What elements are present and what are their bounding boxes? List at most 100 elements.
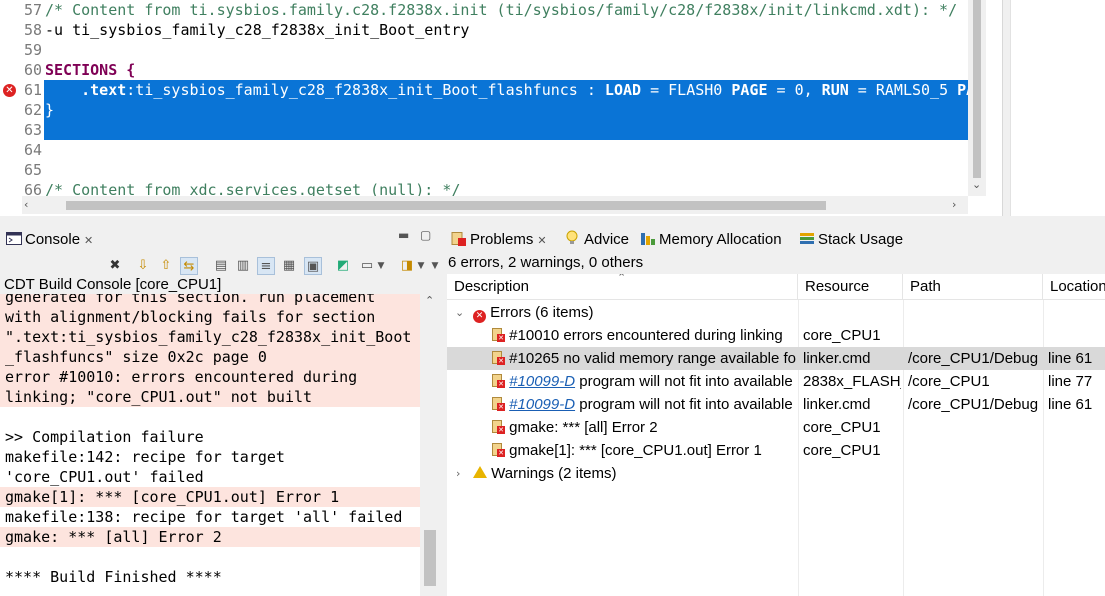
line-number: 58 — [23, 21, 42, 39]
column-header-resource[interactable]: Resource — [798, 274, 903, 300]
problem-description: #10010 errors encountered during linking — [509, 327, 783, 344]
close-icon[interactable]: ✕ — [537, 235, 546, 247]
scrollbar-thumb[interactable] — [973, 0, 981, 178]
code-line-62[interactable]: } — [0, 100, 968, 120]
scroll-right-icon[interactable]: › — [952, 198, 956, 211]
problem-path — [908, 439, 1041, 462]
new-console-icon[interactable]: ◩ — [334, 257, 352, 275]
code-line-64[interactable]: 64 — [0, 140, 968, 160]
editor-horizontal-scrollbar[interactable]: ‹ › — [22, 196, 968, 214]
code-line-57[interactable]: 57 /* Content from ti.sysbios.family.c28… — [0, 0, 968, 20]
scrollbar-thumb[interactable] — [66, 201, 826, 210]
table-row[interactable]: ✕ #10265 no valid memory range available… — [447, 347, 1105, 370]
console-vertical-scrollbar[interactable]: ⌃ — [420, 294, 440, 596]
table-row[interactable]: ✕ #10099-D program will not fit into ava… — [447, 370, 1105, 393]
code-editor[interactable]: 57 /* Content from ti.sysbios.family.c28… — [0, 0, 1003, 216]
column-header-location[interactable]: Location — [1043, 274, 1105, 300]
console-line: makefile:138: recipe for target 'all' fa… — [5, 508, 403, 526]
table-row[interactable]: ✕ #10099-D program will not fit into ava… — [447, 393, 1105, 416]
memory-allocation-icon — [640, 230, 656, 245]
word-wrap-icon[interactable]: ≡ — [257, 257, 275, 275]
next-error-icon[interactable]: ⇩ — [134, 257, 152, 275]
problem-location: line 61 — [1048, 396, 1093, 413]
editor-vertical-scrollbar[interactable]: ⌄ — [968, 0, 986, 196]
problem-resource: core_CPU1 — [803, 327, 881, 344]
collapse-chevron-icon[interactable]: › — [456, 462, 460, 485]
minimize-icon[interactable]: ▬ — [398, 228, 409, 242]
code-line-63[interactable] — [0, 120, 968, 140]
display-console-icon[interactable]: ▣ — [304, 257, 322, 275]
pin-console-icon[interactable]: ▦ — [280, 257, 298, 275]
code-line-59[interactable]: 59 — [0, 40, 968, 60]
line-number: 62 — [23, 101, 42, 119]
problem-resource: 2838x_FLASH_lnk — [803, 373, 901, 390]
problem-resource: linker.cmd — [803, 396, 871, 413]
tab-stack-usage[interactable]: Stack Usage — [799, 228, 903, 252]
problem-resource: core_CPU1 — [803, 442, 881, 459]
tab-label: Console — [25, 231, 81, 248]
link-with-editor-icon[interactable]: ⇆ — [180, 257, 198, 275]
console-line: **** Build Finished **** — [5, 568, 222, 586]
code-line-61[interactable]: .text:ti_sysbios_family_c28_f2838x_init_… — [0, 80, 968, 100]
line-number: 63 — [23, 121, 42, 139]
console-line: gmake[1]: *** [core_CPU1.out] Error 1 — [0, 487, 420, 507]
error-file-icon: ✕ — [491, 328, 505, 343]
scroll-lock-icon[interactable]: ▥ — [234, 257, 252, 275]
problem-id-link[interactable]: #10099-D — [509, 396, 575, 413]
tab-memory-allocation[interactable]: Memory Allocation — [640, 228, 782, 252]
console-icon — [6, 230, 22, 245]
console-panel: Console ✕ ▬ ▢ ✖ ⇩ ⇧ ⇆ ▤ ▥ ≡ ▦ ▣ ◩ ▭ ▼ ◨ ▼… — [0, 224, 441, 596]
code-line-65[interactable]: 65 — [0, 160, 968, 180]
tab-label: Stack Usage — [818, 231, 904, 248]
problem-id-link[interactable]: #10099-D — [509, 373, 575, 390]
expand-chevron-icon[interactable]: ⌄ — [455, 301, 464, 324]
problems-tabbar: Problems ✕ Advice Memory Allocation Stack… — [447, 224, 1105, 254]
code-line-60[interactable]: 60 SECTIONS { — [0, 60, 968, 80]
error-marker-icon[interactable]: ✕ — [3, 84, 16, 97]
previous-error-icon[interactable]: ⇧ — [157, 257, 175, 275]
code-line-58[interactable]: 58 -u ti_sysbios_family_c28_f2838x_init_… — [0, 20, 968, 40]
clear-console-icon[interactable]: ✖ — [106, 257, 124, 275]
close-icon[interactable]: ✕ — [84, 235, 93, 247]
problem-description: program will not fit into available — [575, 373, 793, 390]
view-menu-icon[interactable]: ▼ — [426, 257, 444, 275]
line-number: 61 — [23, 81, 42, 99]
error-file-icon: ✕ — [491, 397, 505, 412]
line-number: 57 — [23, 1, 42, 19]
problems-table[interactable]: Description ⌃ Resource Path Location ⌄ ✕… — [447, 274, 1105, 596]
editor-side-area — [1010, 0, 1105, 216]
column-header-path[interactable]: Path — [903, 274, 1043, 300]
tab-label: Problems — [470, 231, 534, 248]
group-errors[interactable]: ⌄ ✕ Errors (6 items) — [447, 301, 1105, 324]
console-title: CDT Build Console [core_CPU1] — [4, 276, 222, 293]
code-text: -u ti_sysbios_family_c28_f2838x_init_Boo… — [45, 21, 470, 39]
scrollbar-thumb[interactable] — [424, 530, 436, 586]
problem-location — [1048, 416, 1105, 439]
problem-description: #10265 no valid memory range available f… — [509, 350, 796, 367]
table-row[interactable]: ✕ #10010 errors encountered during linki… — [447, 324, 1105, 347]
code-line-66[interactable]: 66 /* Content from xdc.services.getset (… — [0, 180, 968, 196]
table-row[interactable]: ✕ gmake[1]: *** [core_CPU1.out] Error 1 c… — [447, 439, 1105, 462]
console-output[interactable]: generated for this section. run placemen… — [0, 294, 420, 596]
console-line: _flashfuncs" size 0x2c page 0 — [0, 347, 420, 367]
scroll-left-icon[interactable]: ‹ — [24, 198, 28, 211]
scroll-down-icon[interactable]: ⌄ — [972, 178, 981, 191]
code-text: SECTIONS { — [45, 61, 136, 79]
maximize-icon[interactable]: ▢ — [420, 228, 431, 242]
console-line: makefile:142: recipe for target — [5, 448, 285, 466]
group-warnings[interactable]: › Warnings (2 items) — [447, 462, 1105, 485]
tab-advice[interactable]: Advice — [565, 228, 629, 252]
chevron-down-icon[interactable]: ▼ — [372, 257, 390, 275]
tab-console[interactable]: Console ✕ — [6, 228, 93, 252]
sort-indicator-icon: ⌃ — [617, 274, 627, 284]
code-text: /* Content from ti.sysbios.family.c28.f2… — [45, 1, 958, 19]
copy-build-log-icon[interactable]: ▤ — [212, 257, 230, 275]
tab-problems[interactable]: Problems ✕ — [451, 228, 547, 252]
tab-label: Memory Allocation — [659, 231, 782, 248]
problem-description: gmake[1]: *** [core_CPU1.out] Error 1 — [509, 442, 762, 459]
line-number: 66 — [23, 181, 42, 196]
table-row[interactable]: ✕ gmake: *** [all] Error 2 core_CPU1 — [447, 416, 1105, 439]
scroll-up-icon[interactable]: ⌃ — [425, 294, 434, 307]
problem-description: gmake: *** [all] Error 2 — [509, 419, 658, 436]
